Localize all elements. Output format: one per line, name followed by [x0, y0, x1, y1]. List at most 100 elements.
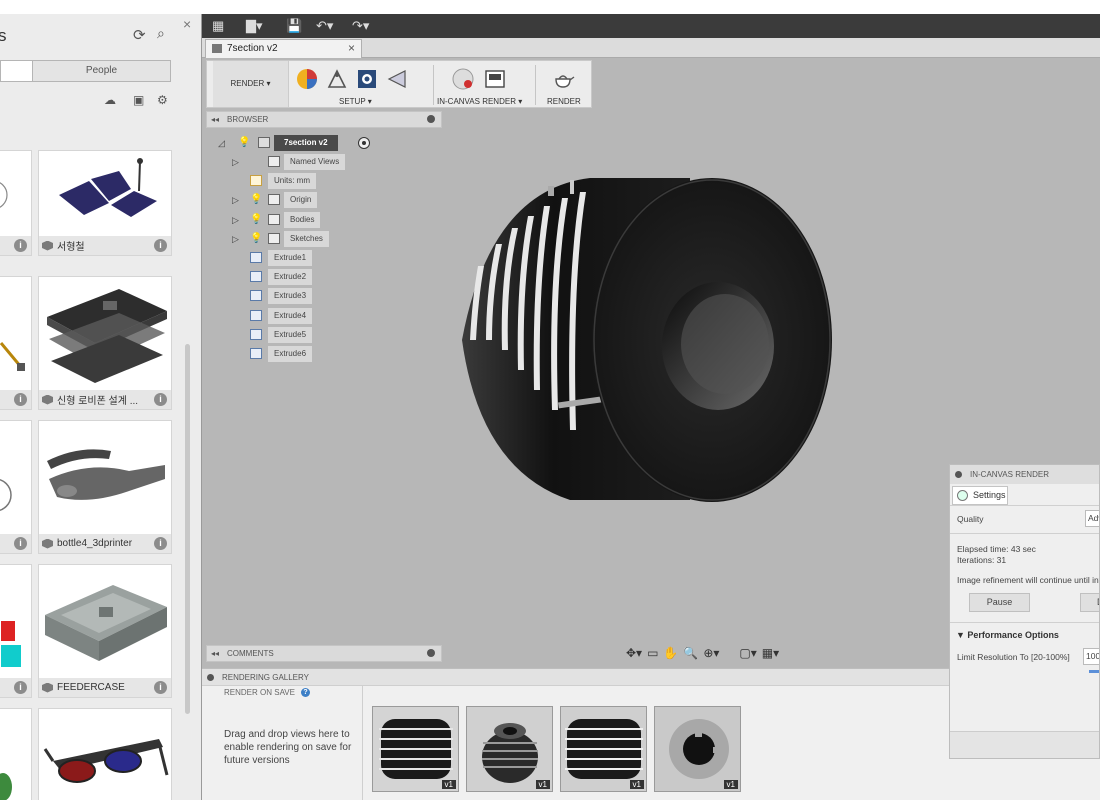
design-card[interactable]: 신형 로비폰 설계 ... i — [38, 276, 172, 410]
design-card[interactable]: i — [0, 564, 32, 698]
close-tab-icon[interactable]: × — [348, 40, 355, 57]
collapse-icon[interactable]: ◂◂ — [211, 112, 219, 127]
document-icon — [250, 175, 262, 187]
comments-title: COMMENTS — [227, 649, 274, 658]
browser-root-node[interactable]: ◿ 💡 7section v2 — [218, 135, 378, 151]
pin-icon[interactable] — [427, 649, 435, 657]
browser-node[interactable]: ▷ 💡 Bodies — [232, 211, 382, 228]
gear-icon[interactable]: ⚙ — [157, 93, 168, 107]
browser-node[interactable]: Extrude2 — [232, 269, 382, 286]
browser-node[interactable]: Extrude4 — [232, 307, 382, 324]
browser-node-label: Extrude3 — [268, 288, 313, 305]
look-at-icon[interactable]: ▭ — [647, 646, 658, 660]
info-icon[interactable]: i — [154, 393, 167, 406]
expand-arrow-icon[interactable]: ▷ — [232, 231, 239, 247]
render-thumbnail[interactable]: v1 — [466, 706, 553, 792]
design-card[interactable]: 서형철 i — [38, 150, 172, 256]
limit-resolution-input[interactable]: 100 — [1083, 648, 1099, 665]
limit-resolution-slider[interactable] — [1089, 670, 1099, 673]
collapse-arrow-icon[interactable]: ◿ — [218, 135, 225, 151]
render-thumbnail[interactable]: v1 — [372, 706, 459, 792]
info-icon[interactable]: i — [14, 537, 27, 550]
expand-arrow-icon[interactable]: ▷ — [232, 212, 239, 228]
new-folder-icon[interactable]: ▣ — [133, 93, 144, 107]
browser-panel-header[interactable]: ◂◂ BROWSER — [206, 111, 442, 128]
design-card[interactable]: i — [0, 420, 32, 554]
save-icon[interactable]: 💾 — [286, 18, 302, 34]
file-menu-icon[interactable]: ▇▾ — [246, 18, 263, 34]
browser-node[interactable]: ▷ 💡 Origin — [232, 192, 382, 209]
render-button[interactable]: RENDER — [547, 97, 581, 106]
done-button[interactable]: D — [1080, 593, 1099, 612]
tab-people[interactable]: People — [32, 60, 171, 82]
browser-node[interactable]: ▷ 💡 Sketches — [232, 230, 382, 247]
close-icon[interactable]: × — [183, 16, 191, 32]
browser-node[interactable]: Extrude3 — [232, 288, 382, 305]
info-icon[interactable]: i — [154, 681, 167, 694]
design-thumbnail — [0, 565, 31, 679]
display-settings-icon[interactable]: ▢▾ — [739, 646, 756, 660]
render-teapot-icon[interactable] — [551, 67, 575, 91]
zoom-icon[interactable]: 🔍 — [683, 646, 698, 660]
info-icon[interactable]: i — [154, 537, 167, 550]
browser-node[interactable]: Units: mm — [232, 173, 382, 190]
design-card[interactable] — [38, 708, 172, 800]
setup-menu[interactable]: SETUP ▾ — [339, 97, 372, 106]
orbit-icon[interactable]: ✥▾ — [626, 646, 642, 660]
redo-icon[interactable]: ↷▾ — [352, 18, 369, 34]
in-canvas-render-header[interactable]: IN-CANVAS RENDER — [950, 465, 1099, 484]
pin-icon[interactable] — [427, 115, 435, 123]
tab-projects[interactable] — [0, 60, 33, 82]
in-canvas-render-icon[interactable] — [451, 67, 475, 91]
render-thumbnail[interactable]: v1 — [654, 706, 741, 792]
browser-node[interactable]: Extrude1 — [232, 250, 382, 266]
collapse-icon[interactable] — [955, 471, 962, 478]
design-card[interactable]: i — [0, 150, 32, 256]
texture-map-icon[interactable] — [355, 67, 379, 91]
expand-arrow-icon[interactable]: ▷ — [232, 154, 239, 170]
design-card[interactable] — [0, 708, 32, 800]
expand-arrow-icon[interactable]: ▷ — [232, 192, 239, 208]
document-tab[interactable]: 7section v2 × — [205, 39, 362, 58]
scene-settings-icon[interactable] — [325, 67, 349, 91]
collapse-icon[interactable]: ◂◂ — [211, 646, 219, 661]
visibility-bulb-icon[interactable]: 💡 — [250, 212, 262, 225]
help-icon[interactable]: ? — [301, 688, 310, 697]
pan-icon[interactable]: ✋ — [663, 646, 678, 660]
scrollbar[interactable] — [185, 344, 190, 714]
upload-icon[interactable]: ☁ — [104, 93, 116, 107]
info-icon[interactable]: i — [14, 681, 27, 694]
quality-dropdown[interactable]: Adv — [1085, 510, 1099, 527]
grid-menu-icon[interactable]: ▦ — [212, 18, 224, 34]
info-icon[interactable]: i — [14, 239, 27, 252]
comments-panel-header[interactable]: ◂◂ COMMENTS — [206, 645, 442, 662]
tab-settings[interactable]: Settings — [952, 486, 1008, 505]
visibility-bulb-icon[interactable]: 💡 — [250, 231, 262, 244]
search-icon[interactable]: ⌕ — [157, 25, 165, 42]
design-card[interactable]: i — [0, 276, 32, 410]
performance-options-header[interactable]: ▼ Performance Options — [956, 630, 1059, 640]
collapse-icon[interactable] — [207, 674, 214, 681]
design-card[interactable]: bottle4_3dprinter i — [38, 420, 172, 554]
undo-icon[interactable]: ↶▾ — [316, 18, 333, 34]
workspace-switcher[interactable]: RENDER ▾ — [213, 61, 289, 107]
pause-button[interactable]: Pause — [969, 593, 1030, 612]
info-icon[interactable]: i — [14, 393, 27, 406]
refresh-icon[interactable]: ⟳ — [133, 26, 146, 44]
browser-node-label: Extrude6 — [268, 346, 313, 362]
fit-icon[interactable]: ⊕▾ — [703, 646, 719, 660]
info-icon[interactable]: i — [154, 239, 167, 252]
render-thumbnail[interactable]: v1 — [560, 706, 647, 792]
browser-node[interactable]: ▷ Named Views — [232, 154, 382, 170]
decal-icon[interactable] — [385, 67, 409, 91]
browser-node[interactable]: Extrude6 — [232, 346, 382, 362]
visibility-bulb-icon[interactable]: 💡 — [250, 192, 262, 205]
capture-image-icon[interactable] — [483, 67, 507, 91]
appearance-icon[interactable] — [295, 67, 319, 91]
activate-radio-icon[interactable] — [358, 137, 370, 149]
browser-node[interactable]: Extrude5 — [232, 326, 382, 343]
grid-settings-icon[interactable]: ▦▾ — [762, 646, 779, 660]
visibility-bulb-icon[interactable]: 💡 — [238, 135, 250, 148]
in-canvas-render-menu[interactable]: IN-CANVAS RENDER ▾ — [437, 97, 522, 106]
design-card[interactable]: FEEDERCASE i — [38, 564, 172, 698]
